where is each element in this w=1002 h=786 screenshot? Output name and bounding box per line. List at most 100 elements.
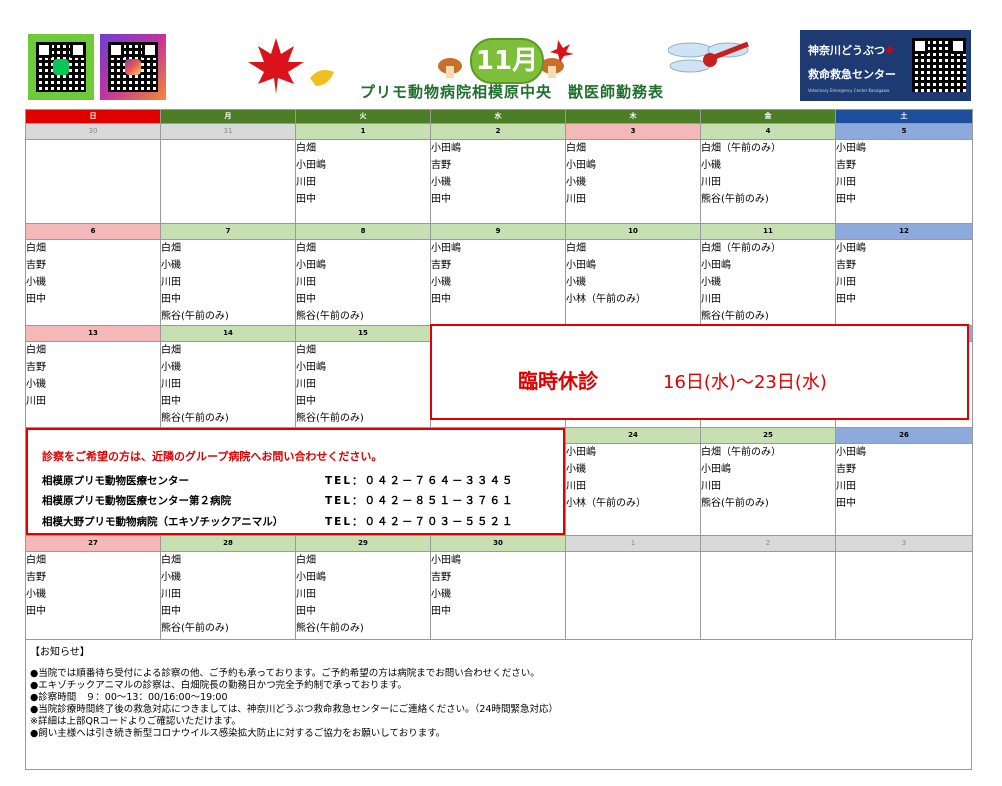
vet-name: 川田 <box>296 277 317 288</box>
vet-name: 白畑 <box>161 555 182 566</box>
notice-line: ●エキゾチックアニマルの診察は、白畑院長の勤務日かつ完全予約制で承っております。 <box>30 680 407 691</box>
vet-name: 熊谷(午前のみ) <box>161 413 229 424</box>
calendar-day-cell: 白畑 小磯 川田 田中 熊谷(午前のみ) <box>160 239 296 326</box>
calendar-day-cell <box>25 139 161 224</box>
calendar-date: 11 <box>700 223 836 240</box>
calendar-date: 8 <box>295 223 431 240</box>
hospital-tel[interactable]: TEL：０４２－７６４－３３４５ <box>325 473 515 488</box>
vet-name: 小田嶋 <box>701 260 732 271</box>
calendar-day-cell: 小田嶋 吉野 小磯 田中 <box>430 239 566 326</box>
calendar-day-cell: 小田嶋 小磯 川田 小林（午前のみ） <box>565 443 701 536</box>
notice-line: ●診察時間 ９：00～13：00/16:00～19:00 <box>30 692 228 703</box>
vet-name: 熊谷(午前のみ) <box>701 194 769 205</box>
vet-name: 白畑（午前のみ） <box>701 447 782 458</box>
hospital-tel[interactable]: TEL：０４２－７０３－５５２１ <box>325 514 515 529</box>
vet-name: 小磯 <box>161 362 182 373</box>
calendar-date: 14 <box>160 325 296 342</box>
calendar-date: 12 <box>835 223 973 240</box>
weekday-header: 木 <box>565 109 701 124</box>
calendar-day-cell: 白畑 小田嶋 川田 田中 <box>295 139 431 224</box>
instagram-qr-panel[interactable] <box>100 34 166 100</box>
vet-name: 田中 <box>26 606 47 617</box>
vet-name: 熊谷(午前のみ) <box>161 311 229 322</box>
vet-name: 川田 <box>161 277 182 288</box>
vet-name: 白畑 <box>296 555 317 566</box>
vet-name: 小田嶋 <box>566 160 597 171</box>
vet-name: 川田 <box>566 481 587 492</box>
vet-name: 小田嶋 <box>836 143 867 154</box>
vet-name: 田中 <box>296 294 317 305</box>
calendar-day-cell: 白畑 小田嶋 川田 田中 熊谷(午前のみ) <box>295 551 431 640</box>
vet-name: 熊谷(午前のみ) <box>296 311 364 322</box>
calendar-date: 1 <box>295 123 431 140</box>
vet-name: 川田 <box>296 379 317 390</box>
vet-name: 小田嶋 <box>701 464 732 475</box>
calendar-date: 30 <box>430 535 566 552</box>
calendar-day-cell <box>835 551 973 640</box>
vet-name: 白畑 <box>26 555 47 566</box>
vet-name: 熊谷(午前のみ) <box>161 623 229 634</box>
vet-name: 小田嶋 <box>296 260 327 271</box>
vet-name: 小磯 <box>26 589 47 600</box>
vet-name: 熊谷(午前のみ) <box>296 413 364 424</box>
calendar-date: 5 <box>835 123 973 140</box>
closure-title: 臨時休診 <box>518 369 598 393</box>
notice-line: ●当院では順番待ち受付による診察の他、ご予約も承っております。ご予約希望の方は病… <box>30 668 540 679</box>
weekday-header: 水 <box>430 109 566 124</box>
group-hospitals-heading: 診察をご希望の方は、近隣のグループ病院へお問い合わせください。 <box>42 450 383 463</box>
calendar-day-cell <box>565 551 701 640</box>
vet-name: 白畑 <box>161 243 182 254</box>
vet-name: 田中 <box>836 194 857 205</box>
calendar-day-cell: 白畑 小田嶋 川田 田中 熊谷(午前のみ) <box>295 341 431 428</box>
calendar-date: 28 <box>160 535 296 552</box>
vet-name: 川田 <box>701 481 722 492</box>
emergency-center-name-2: 救命救急センター <box>808 68 896 81</box>
weekday-header: 金 <box>700 109 836 124</box>
calendar-day-cell: 小田嶋 吉野 川田 田中 <box>835 139 973 224</box>
calendar-date: 4 <box>700 123 836 140</box>
vet-name: 田中 <box>296 396 317 407</box>
vet-name: 小磯 <box>431 177 452 188</box>
vet-name: 熊谷(午前のみ) <box>701 311 769 322</box>
calendar-date: 3 <box>835 535 973 552</box>
calendar-day-cell: 白畑 小磯 川田 田中 熊谷(午前のみ) <box>160 341 296 428</box>
vet-name: 白畑 <box>161 345 182 356</box>
vet-name: 小田嶋 <box>431 143 462 154</box>
vet-name: 川田 <box>566 194 587 205</box>
calendar-date: 7 <box>160 223 296 240</box>
vet-name: 白畑（午前のみ） <box>701 143 782 154</box>
vet-name: 田中 <box>431 294 452 305</box>
notice-line: ※詳細は上部QRコードよりご確認いただけます。 <box>30 716 241 727</box>
calendar-day-cell <box>700 551 836 640</box>
calendar-date: 30 <box>25 123 161 140</box>
vet-name: 小磯 <box>701 277 722 288</box>
hospital-tel[interactable]: TEL：０４２－８５１－３７６１ <box>325 493 515 508</box>
vet-name: 小林（午前のみ） <box>566 294 647 305</box>
calendar-day-cell: 白畑 吉野 小磯 田中 <box>25 239 161 326</box>
calendar-day-cell <box>160 139 296 224</box>
vet-name: 吉野 <box>836 464 857 475</box>
calendar-day-cell: 小田嶋 吉野 川田 田中 <box>835 443 973 536</box>
calendar-day-cell: 白畑 吉野 小磯 田中 <box>25 551 161 640</box>
vet-name: 田中 <box>836 294 857 305</box>
vet-name: 小磯 <box>26 277 47 288</box>
vet-name: 小磯 <box>701 160 722 171</box>
ginkgo-leaf-icon <box>310 70 334 86</box>
qr-code-icon[interactable] <box>912 38 966 92</box>
vet-name: 田中 <box>161 294 182 305</box>
vet-name: 吉野 <box>836 260 857 271</box>
vet-name: 白畑（午前のみ） <box>701 243 782 254</box>
vet-name: 川田 <box>296 589 317 600</box>
vet-name: 小磯 <box>566 277 587 288</box>
vet-name: 小田嶋 <box>431 555 462 566</box>
calendar-date: 3 <box>565 123 701 140</box>
vet-name: 熊谷(午前のみ) <box>701 498 769 509</box>
calendar-date: 24 <box>565 427 701 444</box>
line-qr-panel[interactable] <box>28 34 94 100</box>
calendar-date: 13 <box>25 325 161 342</box>
vet-name: 小田嶋 <box>566 447 597 458</box>
vet-name: 小磯 <box>431 589 452 600</box>
vet-name: 小田嶋 <box>296 160 327 171</box>
vet-name: 白畑 <box>566 143 587 154</box>
calendar-day-cell: 白畑（午前のみ） 小田嶋川田熊谷(午前のみ) <box>700 443 836 536</box>
